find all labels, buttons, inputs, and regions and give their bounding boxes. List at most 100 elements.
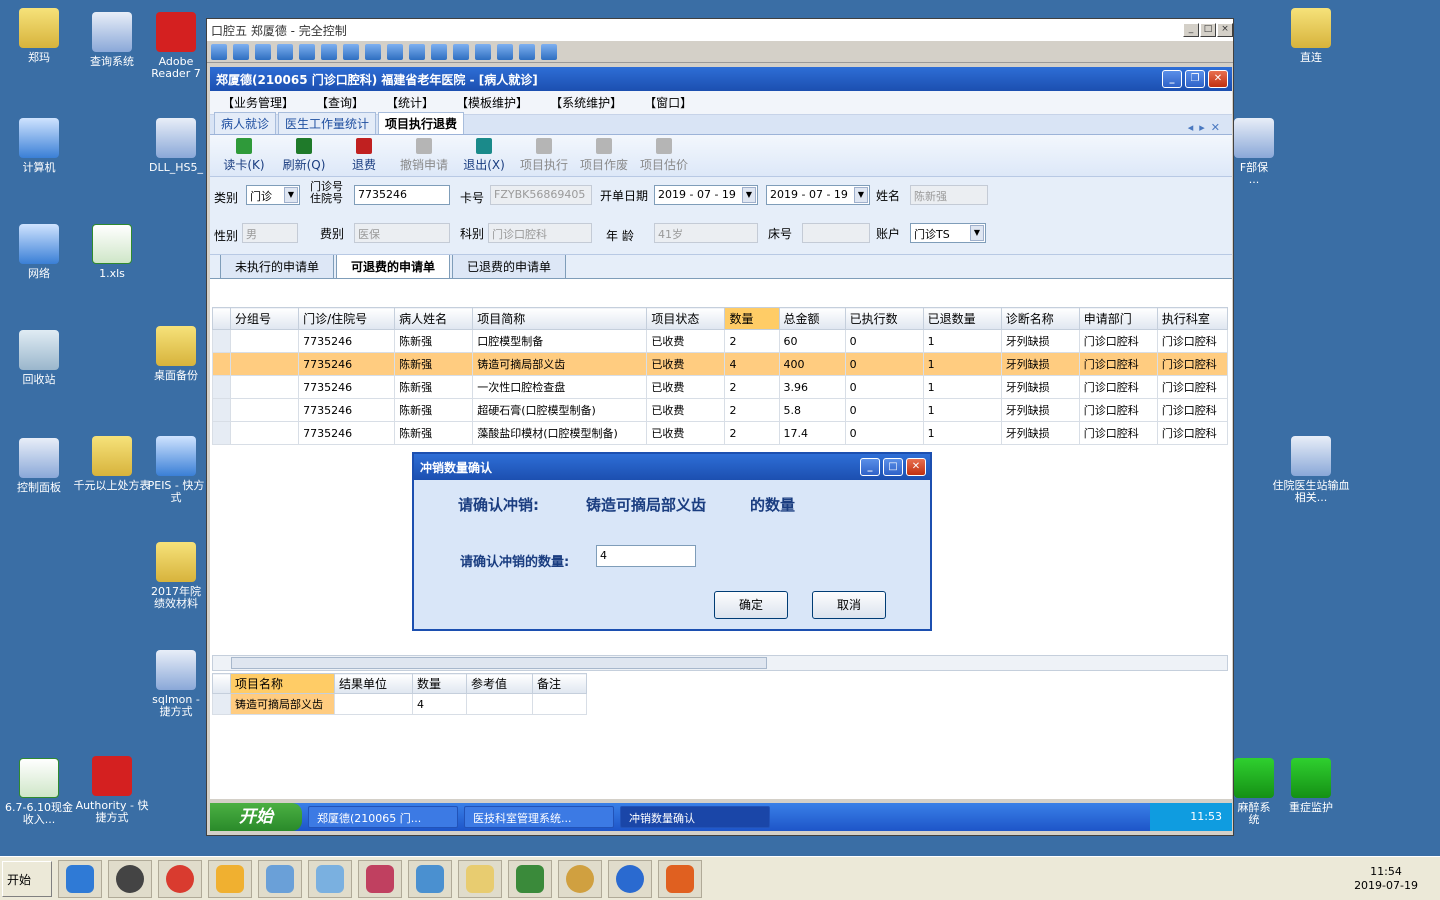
monitor-icon[interactable] [258, 859, 302, 898]
table-row[interactable]: 7735246 陈新强 口腔模型制备 已收费 2 60 0 1 牙列缺损 门诊口腔科 门诊口腔科 [211, 329, 1229, 353]
desktop-icon-adobe-reader[interactable]: Adobe Reader 7 [146, 12, 206, 80]
dept-input[interactable]: 门诊口腔科 [488, 223, 592, 243]
table-row[interactable]: 7735246 陈新强 超硬石膏(口腔模型制备) 已收费 2 5.8 0 1 牙列缺损 门诊口腔科… [211, 398, 1229, 422]
col-item-status[interactable]: 项目状态 [646, 307, 726, 330]
tab-unexecuted-requests[interactable]: 未执行的申请单 [220, 254, 335, 278]
name-input[interactable]: 陈新强 [910, 185, 988, 205]
fee-input[interactable]: 医保 [354, 223, 450, 243]
col-item-name[interactable]: 项目简称 [472, 307, 648, 330]
sogou-icon[interactable] [608, 859, 652, 898]
age-input[interactable]: 41岁 [654, 223, 758, 243]
menu-statistics[interactable]: 【统计】 [386, 94, 434, 111]
ok-button[interactable]: 确定 [714, 591, 788, 619]
dialog-close-button[interactable]: ✕ [906, 458, 926, 476]
desktop-icon-zhengma[interactable]: 郑玛 [0, 8, 78, 64]
ie-icon[interactable] [58, 859, 102, 898]
col-refunded-count[interactable]: 已退数量 [922, 307, 1002, 330]
desktop-icon-dll[interactable]: DLL_HS5_ [146, 118, 206, 174]
desktop-icon-prescriptions[interactable]: 千元以上处方表 [73, 436, 151, 492]
remote-task-item[interactable]: 郑厦德(210065 门... [308, 806, 458, 828]
table-row[interactable]: 7735246 陈新强 一次性口腔检查盘 已收费 2 3.96 0 1 牙列缺损 门诊口腔科 门诊口… [211, 375, 1229, 399]
app-restore-button[interactable]: ❐ [1185, 70, 1205, 88]
desktop-icon-peis[interactable]: PEIS - 快方式 [146, 436, 206, 504]
date-to-picker[interactable]: 2019 - 07 - 19 ▼ [766, 185, 870, 205]
remote-tool-icon[interactable] [475, 43, 491, 60]
menu-business[interactable]: 【业务管理】 [222, 94, 294, 111]
col-visit-no[interactable]: 门诊/住院号 [298, 307, 396, 330]
desktop-icon-xls[interactable]: 1.xls [73, 224, 151, 280]
menu-window[interactable]: 【窗口】 [644, 94, 692, 111]
date-from-picker[interactable]: 2019 - 07 - 19 ▼ [654, 185, 758, 205]
app-icon[interactable] [208, 859, 252, 898]
chrome-icon[interactable] [158, 859, 202, 898]
remote-tool-icon[interactable] [519, 43, 535, 60]
type-select[interactable]: 门诊 ▼ [246, 185, 300, 205]
undo-request-button[interactable]: 撤销申请 [396, 138, 452, 173]
remote-close-button[interactable]: × [1217, 23, 1233, 37]
refresh-button[interactable]: 刷新(Q) [276, 138, 332, 173]
desktop-icon-authority[interactable]: Authority - 快捷方式 [73, 756, 151, 824]
desktop-icon-anesthesia[interactable]: 麻醉系统 [1234, 758, 1274, 826]
host-clock[interactable]: 11:54 2019-07-19 [1354, 865, 1440, 893]
tab-item-refund[interactable]: 项目执行退费 [378, 112, 465, 134]
tab-patient-visit[interactable]: 病人就诊 [214, 112, 277, 134]
table-row[interactable]: 7735246 陈新强 藻酸盐印模材(口腔模型制备) 已收费 2 17.4 0 1 牙列缺损 门诊… [211, 421, 1229, 445]
col-remark[interactable]: 备注 [532, 673, 587, 694]
remote-tool-icon[interactable] [541, 43, 557, 60]
dialog-minimize-button[interactable]: _ [860, 458, 880, 476]
col-request-dept[interactable]: 申请部门 [1078, 307, 1158, 330]
remote-start-button[interactable]: 开始 [210, 803, 302, 831]
remote-tool-icon[interactable] [497, 43, 513, 60]
col-executed-count[interactable]: 已执行数 [844, 307, 924, 330]
app-minimize-button[interactable]: _ [1162, 70, 1182, 88]
row-header[interactable] [211, 375, 232, 399]
col-total-amount[interactable]: 总金额 [778, 307, 846, 330]
nurse-icon[interactable] [408, 859, 452, 898]
remote-tool-icon[interactable] [299, 43, 315, 60]
remote-tool-icon[interactable] [321, 43, 337, 60]
desktop-icon-direct[interactable]: 直连 [1272, 8, 1350, 64]
remote-minimize-button[interactable]: _ [1183, 23, 1199, 37]
desktop-icon-recycle-bin[interactable]: 回收站 [0, 330, 78, 386]
tab-refundable-requests[interactable]: 可退费的申请单 [336, 254, 451, 278]
menu-query[interactable]: 【查询】 [316, 94, 364, 111]
refund-button[interactable]: 退费 [336, 138, 392, 173]
host-start-button[interactable]: 开始 [2, 860, 52, 897]
doctor-icon[interactable] [308, 859, 352, 898]
table-row-selected[interactable]: 7735246 陈新强 铸造可摘局部义齿 已收费 4 400 0 1 牙列缺损 门诊口腔科 门诊口腔… [211, 352, 1229, 376]
detail-row[interactable]: 铸造可摘局部义齿 4 [212, 693, 587, 715]
col-result-unit[interactable]: 结果单位 [334, 673, 413, 694]
execute-item-button[interactable]: 项目执行 [516, 138, 572, 173]
remote-tool-icon[interactable] [233, 43, 249, 60]
col-reference[interactable]: 参考值 [466, 673, 533, 694]
col-detail-item[interactable]: 项目名称 [230, 673, 335, 694]
col-diagnosis[interactable]: 诊断名称 [1000, 307, 1080, 330]
tab-doctor-workload[interactable]: 医生工作量统计 [278, 112, 377, 134]
col-quantity[interactable]: 数量 [724, 307, 780, 330]
desktop-icon-f-dept[interactable]: F部保 ... [1234, 118, 1274, 186]
remote-tool-icon[interactable] [365, 43, 381, 60]
col-detail-qty[interactable]: 数量 [412, 673, 467, 694]
desktop-icon-network[interactable]: 网络 [0, 224, 78, 280]
exit-button[interactable]: 退出(X) [456, 138, 512, 173]
row-header[interactable] [211, 352, 232, 376]
folder-icon[interactable] [458, 859, 502, 898]
remote-tool-icon[interactable] [409, 43, 425, 60]
app-close-button[interactable]: ✕ [1208, 70, 1228, 88]
remote-tool-icon[interactable] [255, 43, 271, 60]
desktop-icon-sqlmon[interactable]: sqlmon - 捷方式 [146, 650, 206, 718]
paint-icon[interactable] [558, 859, 602, 898]
tab-refunded-requests[interactable]: 已退费的申请单 [452, 254, 567, 278]
menu-system[interactable]: 【系统维护】 [550, 94, 622, 111]
tab-nav-icons[interactable]: ◂▸✕ [1188, 121, 1232, 134]
row-header[interactable] [211, 398, 232, 422]
remote-maximize-button[interactable]: □ [1200, 23, 1216, 37]
row-header[interactable] [211, 329, 232, 353]
col-exec-dept[interactable]: 执行科室 [1156, 307, 1229, 330]
report-icon[interactable] [508, 859, 552, 898]
desktop-icon-desktop-backup[interactable]: 桌面备份 [146, 326, 206, 382]
scrollbar-thumb[interactable] [231, 657, 767, 669]
void-item-button[interactable]: 项目作废 [576, 138, 632, 173]
bed-input[interactable] [802, 223, 870, 243]
desktop-icon-icu[interactable]: 重症监护 [1272, 758, 1350, 814]
